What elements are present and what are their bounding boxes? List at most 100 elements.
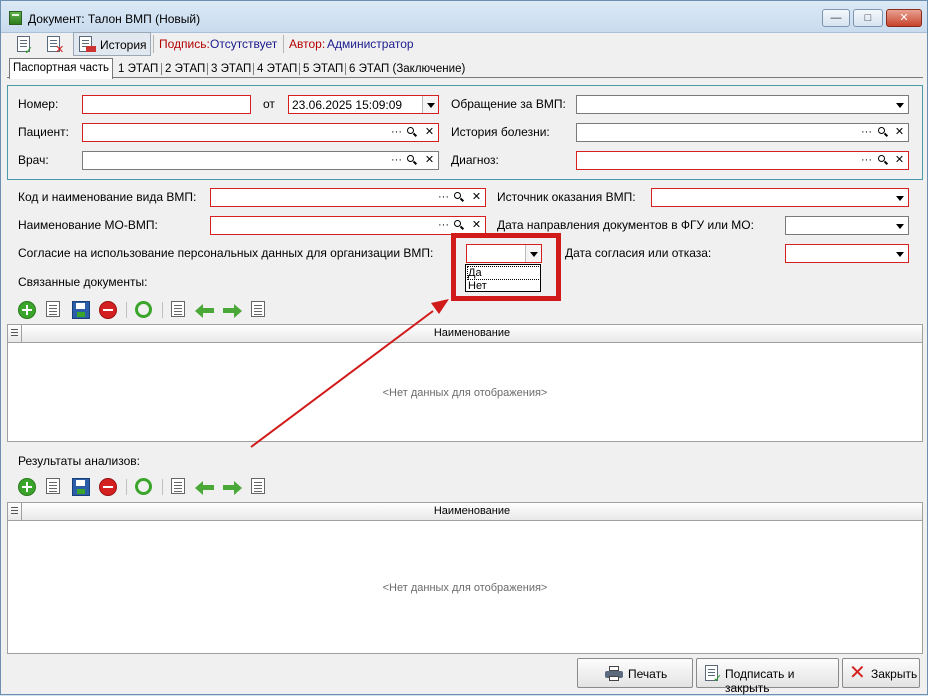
close-window-button[interactable]: ✕ bbox=[886, 9, 922, 27]
tab-strip: Паспортная часть 1 ЭТАП 2 ЭТАП 3 ЭТАП 4 … bbox=[7, 58, 923, 79]
docs-date-label: Дата направления документов в ФГУ или МО… bbox=[497, 218, 754, 232]
analysis-results-title: Результаты анализов: bbox=[18, 454, 140, 468]
refresh-icon[interactable] bbox=[135, 301, 152, 318]
option-yes[interactable]: Да bbox=[467, 266, 541, 280]
appeal-select[interactable] bbox=[576, 95, 909, 114]
arrow-left-icon[interactable] bbox=[195, 301, 215, 319]
window-title: Документ: Талон ВМП (Новый) bbox=[28, 12, 201, 26]
clear-icon[interactable]: ✕ bbox=[468, 189, 485, 206]
empty-message: <Нет данных для отображения> bbox=[382, 387, 548, 399]
column-header-name[interactable]: Наименование bbox=[22, 505, 922, 517]
diagnosis-label: Диагноз: bbox=[451, 153, 499, 167]
column-chooser-icon[interactable] bbox=[171, 478, 185, 494]
column-header-name[interactable]: Наименование bbox=[22, 327, 922, 339]
close-label: Закрыть bbox=[871, 667, 918, 681]
signature-value: Отсутствует bbox=[210, 37, 278, 51]
clear-icon[interactable]: ✕ bbox=[421, 152, 438, 169]
number-input[interactable] bbox=[82, 95, 251, 114]
search-icon[interactable] bbox=[451, 189, 468, 206]
arrow-right-icon[interactable] bbox=[222, 301, 242, 319]
history-button[interactable]: История bbox=[73, 32, 151, 56]
close-icon: ✕ bbox=[849, 662, 866, 684]
search-icon[interactable] bbox=[875, 124, 892, 141]
tab-stage-6[interactable]: 6 ЭТАП (Заключение) bbox=[346, 60, 468, 78]
save-icon[interactable] bbox=[72, 301, 90, 319]
tab-stage-1[interactable]: 1 ЭТАП bbox=[115, 60, 161, 78]
edit-document-icon[interactable] bbox=[46, 478, 60, 494]
refresh-icon[interactable] bbox=[135, 478, 152, 495]
ellipsis-icon[interactable]: ··· bbox=[858, 124, 875, 141]
patient-input[interactable]: ··· ✕ bbox=[82, 123, 439, 142]
vmp-code-label: Код и наименование вида ВМП: bbox=[18, 190, 197, 204]
consent-date-input[interactable] bbox=[785, 244, 909, 263]
document-window: Документ: Талон ВМП (Новый) — □ ✕ ✓ ✕ Ис… bbox=[0, 0, 928, 695]
ellipsis-icon[interactable]: ··· bbox=[388, 124, 405, 141]
clear-icon[interactable]: ✕ bbox=[468, 217, 485, 234]
consent-dropdown-list[interactable]: Да Нет bbox=[465, 264, 541, 292]
linked-docs-grid[interactable]: Наименование <Нет данных для отображения… bbox=[7, 324, 923, 442]
close-button[interactable]: ✕ Закрыть bbox=[842, 658, 920, 688]
export-icon[interactable] bbox=[251, 478, 265, 494]
print-label: Печать bbox=[628, 667, 668, 681]
ellipsis-icon[interactable]: ··· bbox=[435, 217, 452, 234]
search-icon[interactable] bbox=[875, 152, 892, 169]
chevron-down-icon[interactable] bbox=[892, 189, 908, 206]
mo-name-input[interactable]: ··· ✕ bbox=[210, 216, 486, 235]
add-icon[interactable] bbox=[18, 301, 36, 319]
printer-icon bbox=[605, 666, 623, 681]
clear-icon[interactable]: ✕ bbox=[891, 124, 908, 141]
clear-icon[interactable]: ✕ bbox=[891, 152, 908, 169]
ellipsis-icon[interactable]: ··· bbox=[858, 152, 875, 169]
column-chooser-icon[interactable] bbox=[171, 301, 185, 317]
tab-passport[interactable]: Паспортная часть bbox=[9, 58, 114, 79]
maximize-button[interactable]: □ bbox=[853, 9, 883, 27]
docs-date-input[interactable] bbox=[785, 216, 909, 235]
arrow-right-icon[interactable] bbox=[222, 478, 242, 496]
app-icon bbox=[9, 11, 22, 25]
appeal-label: Обращение за ВМП: bbox=[451, 97, 566, 111]
analysis-grid[interactable]: Наименование <Нет данных для отображения… bbox=[7, 502, 923, 654]
empty-message: <Нет данных для отображения> bbox=[382, 582, 548, 594]
tab-stage-2[interactable]: 2 ЭТАП bbox=[162, 60, 208, 78]
author-value: Администратор bbox=[327, 37, 414, 51]
clear-icon[interactable]: ✕ bbox=[421, 124, 438, 141]
save-document-button[interactable]: ✓ bbox=[11, 32, 37, 57]
doctor-input[interactable]: ··· ✕ bbox=[82, 151, 439, 170]
author-label: Автор: bbox=[289, 37, 326, 51]
ellipsis-icon[interactable]: ··· bbox=[435, 189, 452, 206]
search-icon[interactable] bbox=[404, 152, 421, 169]
date-input[interactable]: 23.06.2025 15:09:09 bbox=[288, 95, 439, 114]
arrow-left-icon[interactable] bbox=[195, 478, 215, 496]
export-icon[interactable] bbox=[251, 301, 265, 317]
ellipsis-icon[interactable]: ··· bbox=[388, 152, 405, 169]
delete-icon[interactable] bbox=[99, 478, 117, 496]
vmp-source-select[interactable] bbox=[651, 188, 909, 207]
cancel-document-button[interactable]: ✕ bbox=[41, 32, 67, 56]
grid-header: Наименование bbox=[8, 503, 922, 521]
tab-stage-4[interactable]: 4 ЭТАП bbox=[254, 60, 300, 78]
option-no[interactable]: Нет bbox=[468, 280, 487, 292]
patient-label: Пациент: bbox=[18, 125, 70, 139]
chevron-down-icon[interactable] bbox=[892, 217, 908, 234]
grid-header: Наименование bbox=[8, 325, 922, 343]
chevron-down-icon[interactable] bbox=[892, 245, 908, 262]
diagnosis-input[interactable]: ··· ✕ bbox=[576, 151, 909, 170]
chevron-down-icon[interactable] bbox=[422, 96, 438, 113]
column-menu-icon[interactable] bbox=[8, 325, 22, 342]
edit-document-icon[interactable] bbox=[46, 301, 60, 317]
search-icon[interactable] bbox=[451, 217, 468, 234]
tab-stage-3[interactable]: 3 ЭТАП bbox=[208, 60, 254, 78]
vmp-code-input[interactable]: ··· ✕ bbox=[210, 188, 486, 207]
minimize-button[interactable]: — bbox=[822, 9, 850, 27]
save-icon[interactable] bbox=[72, 478, 90, 496]
chevron-down-icon[interactable] bbox=[892, 96, 908, 113]
history-input[interactable]: ··· ✕ bbox=[576, 123, 909, 142]
add-icon[interactable] bbox=[18, 478, 36, 496]
delete-icon[interactable] bbox=[99, 301, 117, 319]
print-button[interactable]: Печать bbox=[577, 658, 693, 688]
column-menu-icon[interactable] bbox=[8, 503, 22, 520]
consent-date-label: Дата согласия или отказа: bbox=[565, 246, 712, 260]
sign-and-close-button[interactable]: ✓ Подписать и закрыть bbox=[696, 658, 839, 695]
search-icon[interactable] bbox=[404, 124, 421, 141]
tab-stage-5[interactable]: 5 ЭТАП bbox=[300, 60, 346, 78]
